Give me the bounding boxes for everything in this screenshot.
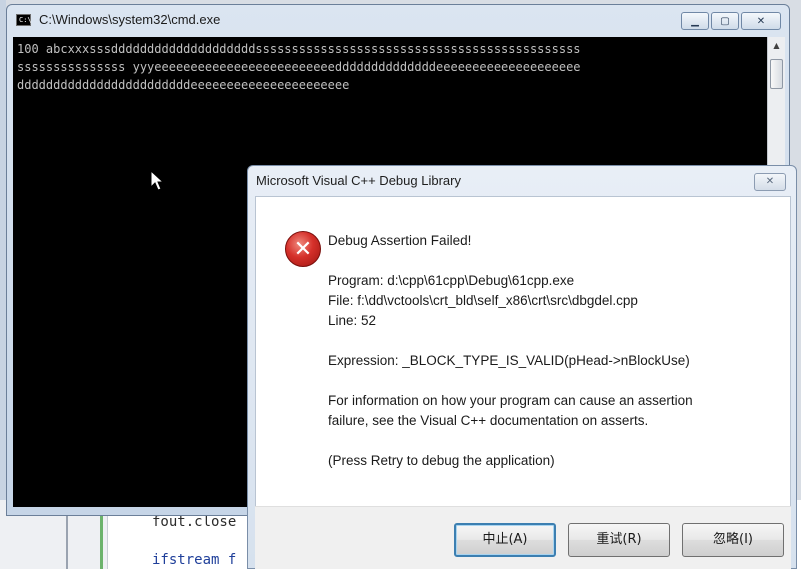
mouse-pointer-icon [150,170,165,191]
abort-button[interactable]: 中止(A) [454,523,556,557]
program-path: Program: d:\cpp\61cpp\Debug\61cpp.exe [328,273,575,288]
retry-hint: (Press Retry to debug the application) [328,453,555,468]
line-number: Line: 52 [328,313,377,328]
assertion-expression: Expression: _BLOCK_TYPE_IS_VALID(pHead->… [328,353,690,368]
assertion-heading: Debug Assertion Failed! [328,233,472,248]
scroll-up-arrow-icon[interactable]: ▲ [769,38,784,54]
dialog-message-area: ✕ Debug Assertion Failed! Program: d:\cp… [255,196,791,534]
dialog-button-bar: 中止(A) 重试(R) 忽略(I) [255,506,791,569]
console-line: sssssssssssssss yyyeeeeeeeeeeeeeeeeeeeee… [17,60,581,74]
cmd-app-icon[interactable]: C:\ [16,14,32,26]
gutter-change-bar [100,510,103,569]
close-button[interactable]: ✕ [741,12,781,30]
dialog-title: Microsoft Visual C++ Debug Library [256,173,461,188]
retry-button[interactable]: 重试(R) [568,523,670,557]
ide-code-line[interactable]: fout.close [152,514,236,530]
file-path: File: f:\dd\vctools\crt_bld\self_x86\crt… [328,293,638,308]
ignore-button[interactable]: 忽略(I) [682,523,784,557]
dialog-close-button[interactable]: ✕ [754,173,786,191]
cmd-window-controls: ▁ ▢ ✕ [681,12,781,30]
scrollbar-thumb[interactable] [770,59,783,89]
console-line: 100 abcxxxsssddddddddddddddddddddsssssss… [17,42,581,56]
cmd-window-title: C:\Windows\system32\cmd.exe [39,12,221,27]
gutter-outline-bar [66,510,68,569]
cmd-app-icon-text: C:\ [19,16,32,24]
debug-assertion-dialog[interactable]: Microsoft Visual C++ Debug Library ✕ ✕ D… [247,165,797,569]
cmd-titlebar[interactable]: C:\ C:\Windows\system32\cmd.exe ▁ ▢ ✕ [7,5,789,35]
info-text-line-1: For information on how your program can … [328,393,693,408]
minimize-button[interactable]: ▁ [681,12,709,30]
ide-code-line[interactable]: ifstream f [152,552,236,568]
maximize-button[interactable]: ▢ [711,12,739,30]
error-icon: ✕ [285,231,321,267]
info-text-line-2: failure, see the Visual C++ documentatio… [328,413,649,428]
console-line: ddddddddddddddddddddddddeeeeeeeeeeeeeeee… [17,78,350,92]
